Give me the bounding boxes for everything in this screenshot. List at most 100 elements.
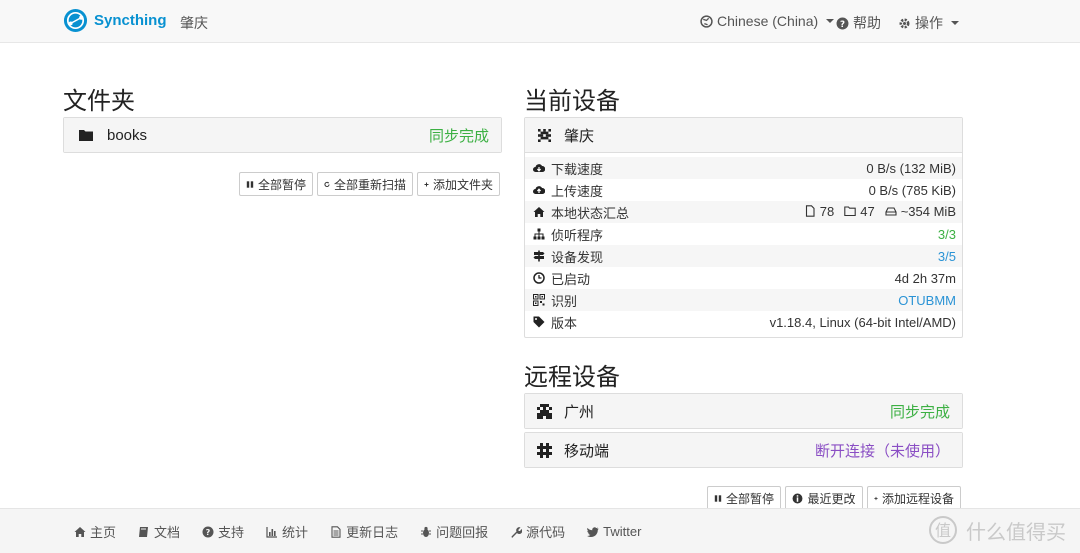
plus-icon <box>874 496 878 500</box>
info-value: 3/3 <box>937 226 956 242</box>
remote-device-name: 移动端 <box>564 442 610 460</box>
this-device-header[interactable]: 肇庆 <box>525 118 962 153</box>
this-device-name: 肇庆 <box>564 127 595 145</box>
wrench-icon <box>511 526 523 538</box>
help-button[interactable]: ? 帮助 <box>836 13 881 33</box>
info-label: 设备发现 <box>551 249 604 265</box>
file-count: 78 <box>819 203 835 219</box>
footer-link-label: 文档 <box>154 525 181 540</box>
info-value: 0 B/s (132 MiB) <box>866 160 956 176</box>
chevron-down-icon <box>951 21 959 25</box>
total-size: ~354 MiB <box>900 203 956 219</box>
folder-panel-books[interactable]: books 同步完成 <box>63 117 502 153</box>
remote-device-panel-guangzhou[interactable]: 广州 同步完成 <box>524 393 963 429</box>
smzdm-logo-icon: 值 <box>929 516 957 544</box>
info-row-download: 下载速度 0 B/s (132 MiB) <box>525 157 962 179</box>
twitter-icon <box>587 526 599 537</box>
clock-icon <box>533 272 545 284</box>
pause-icon <box>246 180 254 188</box>
remote-device-panel-mobile[interactable]: 移动端 断开连接（未使用） <box>524 432 963 468</box>
remote-device-status: 同步完成 <box>889 403 950 421</box>
footer-link-label: 支持 <box>218 525 245 540</box>
info-row-upload: 上传速度 0 B/s (785 KiB) <box>525 179 962 201</box>
hdd-icon <box>885 207 897 216</box>
sitemap-icon <box>533 228 545 240</box>
info-value: 78 47 ~354 MiB <box>680 201 962 223</box>
info-row-identification[interactable]: 识别 OTUBMM <box>525 289 962 311</box>
language-label: Chinese (China) <box>717 13 819 29</box>
help-label: 帮助 <box>853 15 881 31</box>
info-label: 本地状态汇总 <box>551 205 630 221</box>
signpost-icon <box>533 250 545 262</box>
remote-devices-heading: 远程设备 <box>524 364 620 391</box>
info-label: 识别 <box>551 293 578 309</box>
folder-name: books <box>107 126 148 144</box>
actions-dropdown[interactable]: 操作 <box>898 13 959 33</box>
watermark-text: 什么值得买 <box>966 521 1066 544</box>
qrcode-icon <box>533 294 545 306</box>
language-dropdown[interactable]: Chinese (China) <box>700 13 835 29</box>
question-circle-icon: ? <box>202 526 214 537</box>
footer-link-twitter[interactable]: Twitter <box>587 522 641 541</box>
info-circle-icon <box>793 493 803 503</box>
add-folder-button[interactable]: 添加文件夹 <box>417 172 500 196</box>
watermark: 值 什么值得买 <box>928 515 1066 545</box>
device-info-table: 下载速度 0 B/s (132 MiB) 上传速度 0 B/s (785 KiB… <box>525 157 962 333</box>
bar-chart-icon <box>266 526 278 538</box>
folders-heading: 文件夹 <box>63 88 135 115</box>
actions-label: 操作 <box>915 15 943 31</box>
add-remote-device-button[interactable]: 添加远程设备 <box>867 486 961 510</box>
book-icon <box>139 526 149 537</box>
rescan-all-label: 全部重新扫描 <box>333 177 406 192</box>
footer-link-source[interactable]: 源代码 <box>510 522 565 541</box>
footer-link-label: 统计 <box>282 525 309 540</box>
footer: 主页 文档 ? 支持 统计 更新日志 问题回报 源代码 Twitter 值 什么… <box>0 508 1080 553</box>
gear-icon <box>899 18 910 28</box>
pause-all-folders-button[interactable]: 全部暂停 <box>239 172 313 196</box>
info-row-local-state: 本地状态汇总 78 47 ~354 MiB <box>525 201 962 223</box>
footer-link-docs[interactable]: 文档 <box>138 522 180 541</box>
info-value: 0 B/s (785 KiB) <box>868 182 956 198</box>
globe-icon <box>700 14 713 28</box>
this-device-panel: 肇庆 下载速度 0 B/s (132 MiB) 上传速度 0 B/s (785 … <box>524 117 963 338</box>
remote-device-name: 广州 <box>564 403 595 421</box>
bug-icon <box>421 526 432 537</box>
rescan-all-button[interactable]: 全部重新扫描 <box>317 172 413 196</box>
footer-link-label: 主页 <box>90 525 117 540</box>
info-label: 已启动 <box>551 271 591 287</box>
footer-link-home[interactable]: 主页 <box>74 522 116 541</box>
info-label: 版本 <box>551 315 578 331</box>
home-icon <box>74 526 86 537</box>
footer-link-support[interactable]: ? 支持 <box>202 522 244 541</box>
device-identicon-icon <box>537 403 552 419</box>
cloud-upload-icon <box>533 186 545 194</box>
pause-all-label: 全部暂停 <box>725 491 774 506</box>
syncthing-logo-icon <box>63 8 88 33</box>
pause-all-devices-button[interactable]: 全部暂停 <box>707 486 781 510</box>
folder-outline-icon <box>844 206 856 217</box>
brand-link[interactable]: Syncthing <box>63 8 167 33</box>
info-label: 侦听程序 <box>551 227 604 243</box>
chevron-down-icon <box>826 19 835 23</box>
footer-link-stats[interactable]: 统计 <box>266 522 308 541</box>
device-identicon-icon <box>538 128 551 142</box>
recent-changes-button[interactable]: 最近更改 <box>785 486 863 510</box>
footer-link-label: 更新日志 <box>346 525 399 540</box>
info-value: 4d 2h 37m <box>894 270 956 286</box>
info-value: v1.18.4, Linux (64-bit Intel/AMD) <box>769 314 956 330</box>
brand-name: Syncthing <box>94 12 167 29</box>
info-row-listeners[interactable]: 侦听程序 3/3 <box>525 223 962 245</box>
add-folder-label: 添加文件夹 <box>432 177 493 192</box>
dir-count: 47 <box>860 203 875 219</box>
cloud-download-icon <box>533 164 545 172</box>
info-label: 上传速度 <box>551 183 604 199</box>
pause-all-label: 全部暂停 <box>257 177 306 192</box>
remote-device-status: 断开连接（未使用） <box>814 442 950 460</box>
footer-link-changelog[interactable]: 更新日志 <box>330 522 398 541</box>
footer-link-label: 源代码 <box>526 525 566 540</box>
info-row-discovery[interactable]: 设备发现 3/5 <box>525 245 962 267</box>
footer-link-issues[interactable]: 问题回报 <box>420 522 488 541</box>
info-row-version: 版本 v1.18.4, Linux (64-bit Intel/AMD) <box>525 311 962 333</box>
question-circle-icon: ? <box>836 17 849 29</box>
device-identicon-icon <box>537 442 552 458</box>
